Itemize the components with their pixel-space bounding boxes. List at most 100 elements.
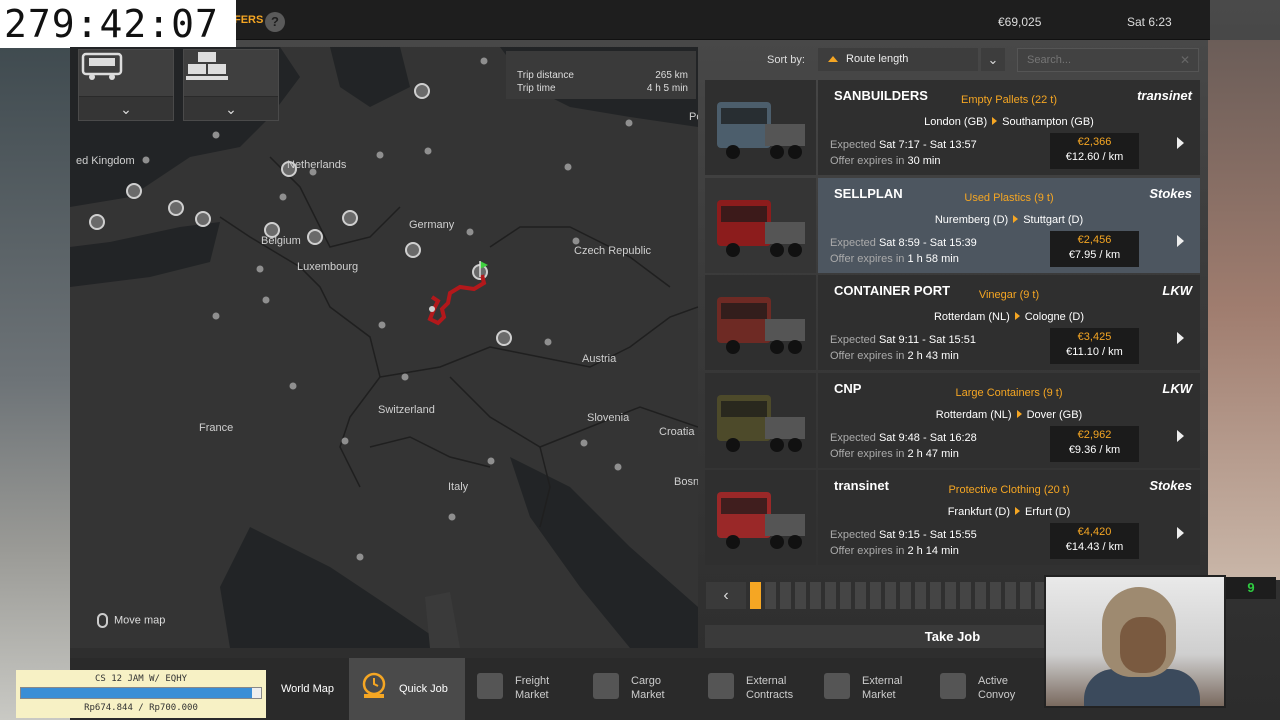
client-logo: Stokes — [1149, 478, 1192, 493]
expected-time: Expected Sat 9:48 - Sat 16:28 — [830, 432, 977, 444]
nav-label: Active Convoy — [978, 675, 1016, 701]
page-dot[interactable] — [915, 582, 926, 609]
world-map[interactable]: ⌄ ⌄ Trip distance 265 km Trip time 4 h 5… — [70, 47, 698, 648]
chevron-right-icon[interactable] — [1177, 137, 1184, 149]
previous-page-button[interactable]: ‹ — [706, 582, 746, 609]
job-card[interactable]: CNP Large Containers (9 t) Rotterdam (NL… — [705, 372, 1200, 468]
page-dot[interactable] — [855, 582, 866, 609]
nav-external-contracts[interactable]: External Contracts — [696, 658, 812, 720]
page-dot[interactable] — [1005, 582, 1016, 609]
expected-time: Expected Sat 7:17 - Sat 13:57 — [830, 139, 977, 151]
page-dot[interactable] — [885, 582, 896, 609]
chevron-right-icon[interactable] — [1177, 429, 1184, 442]
money-display: €69,025 — [998, 15, 1042, 29]
route-from: Frankfurt (D) — [947, 506, 1011, 518]
route: Frankfurt (D) Erfurt (D) — [818, 506, 1200, 518]
truck-filter-button[interactable]: ⌄ — [78, 49, 174, 121]
stream-timer: 279:42:07 — [0, 0, 236, 48]
map-label-switzerland: Switzerland — [378, 404, 435, 416]
job-card[interactable]: SELLPLAN Used Plastics (9 t) Nuremberg (… — [705, 177, 1200, 273]
cargo-filter-button[interactable]: ⌄ — [183, 49, 279, 121]
nav-label: External Market — [862, 675, 903, 701]
map-label-po: Po — [689, 111, 698, 123]
expected-label: Expected — [830, 139, 876, 151]
nav-cargo-market[interactable]: Cargo Market — [581, 658, 697, 720]
chevron-right-icon[interactable] — [1177, 234, 1184, 247]
page-dot[interactable] — [870, 582, 881, 609]
trip-time-label: Trip time — [517, 83, 556, 94]
job-card[interactable]: SANBUILDERS Empty Pallets (22 t) London … — [705, 80, 1200, 175]
clock-icon — [362, 672, 386, 698]
game-time: Sat 6:23 — [1127, 15, 1172, 29]
job-card[interactable]: CONTAINER PORT Vinegar (9 t) Rotterdam (… — [705, 275, 1200, 370]
page-dot[interactable] — [825, 582, 836, 609]
expected-label: Expected — [830, 431, 876, 444]
page-dot[interactable] — [930, 582, 941, 609]
page-dot[interactable] — [810, 582, 821, 609]
nav-quick-job[interactable]: Quick Job — [349, 658, 465, 720]
map-label-croatia: Croatia — [659, 426, 695, 438]
truck-thumbnail — [705, 275, 816, 370]
move-map-hint: Move map — [97, 613, 165, 628]
page-dot[interactable] — [840, 582, 851, 609]
route-to: Stuttgart (D) — [1023, 213, 1084, 226]
donation-goal: CS 12 JAM W/ EQHY Rp674.844 / Rp700.000 — [16, 670, 266, 718]
page-dot[interactable] — [960, 582, 971, 609]
chevron-right-icon[interactable] — [1177, 332, 1184, 344]
route: Rotterdam (NL) Cologne (D) — [818, 311, 1200, 323]
nav-freight-market[interactable]: Freight Market — [465, 658, 581, 720]
job-price: €2,366 — [1077, 136, 1112, 148]
chevron-down-icon[interactable]: ⌄ — [79, 96, 173, 120]
map-label-czech-republic: Czech Republic — [574, 245, 652, 257]
convoy-icon — [940, 673, 966, 699]
nav-active-convoy[interactable]: Active Convoy — [928, 658, 1044, 720]
crate-icon — [593, 673, 619, 699]
expected-time: Expected Sat 9:11 - Sat 15:51 — [830, 334, 976, 346]
goal-fill — [21, 688, 253, 698]
job-info: CONTAINER PORT Vinegar (9 t) Rotterdam (… — [818, 275, 1200, 370]
page-dot[interactable] — [1020, 582, 1031, 609]
price-box: €2,456 €7.95 / km — [1050, 230, 1139, 267]
job-card[interactable]: transinet Protective Clothing (20 t) Fra… — [705, 470, 1200, 565]
page-dot[interactable] — [795, 582, 806, 609]
expected-value: Sat 7:17 - Sat 13:57 — [878, 139, 977, 151]
route-from: Rotterdam (NL) — [935, 408, 1012, 421]
page-dot[interactable] — [975, 582, 986, 609]
page-dot[interactable] — [945, 582, 956, 609]
goal-amount: Rp674.844 / Rp700.000 — [84, 703, 198, 713]
job-info: SANBUILDERS Empty Pallets (22 t) London … — [818, 80, 1200, 175]
job-info: transinet Protective Clothing (20 t) Fra… — [818, 470, 1200, 565]
boxes-icon — [477, 673, 503, 699]
sort-select[interactable]: Route length — [818, 48, 978, 71]
page-dot[interactable] — [780, 582, 791, 609]
chevron-down-icon[interactable]: ⌄ — [184, 96, 278, 120]
nav-external-market[interactable]: External Market — [812, 658, 928, 720]
map-label-italy: Italy — [448, 481, 469, 493]
viewer-badge: 9 — [1226, 577, 1276, 599]
offer-expiry: Offer expires in 30 min — [830, 155, 940, 167]
chevron-right-icon[interactable] — [1177, 527, 1184, 539]
close-icon[interactable]: ✕ — [1180, 53, 1190, 67]
price-box: €2,962 €9.36 / km — [1050, 425, 1139, 462]
page-dot[interactable] — [990, 582, 1001, 609]
nav-world-map[interactable]: World Map — [268, 658, 348, 720]
expected-value: Sat 9:48 - Sat 16:28 — [878, 431, 977, 444]
arrow-right-icon — [1016, 409, 1022, 418]
search-input[interactable] — [1017, 48, 1199, 72]
map-label-austria: Austria — [582, 353, 617, 365]
page-dot[interactable] — [750, 582, 761, 609]
page-dot[interactable] — [765, 582, 776, 609]
nav-label: Cargo Market — [631, 675, 665, 701]
page-dot[interactable] — [900, 582, 911, 609]
question-icon[interactable]: ? — [265, 12, 285, 32]
expected-value: Sat 9:15 - Sat 15:55 — [878, 529, 977, 541]
job-price: €4,420 — [1077, 526, 1112, 538]
nav-label: World Map — [281, 683, 334, 695]
expires-value: 2 h 14 min — [907, 545, 959, 557]
truck-icon — [81, 52, 123, 80]
streamer-face — [1120, 617, 1166, 673]
chevron-down-icon[interactable]: ⌄ — [981, 48, 1005, 71]
background-right — [1208, 40, 1280, 580]
job-rate: €14.43 / km — [1065, 541, 1124, 553]
nav-label: External Contracts — [746, 675, 794, 701]
